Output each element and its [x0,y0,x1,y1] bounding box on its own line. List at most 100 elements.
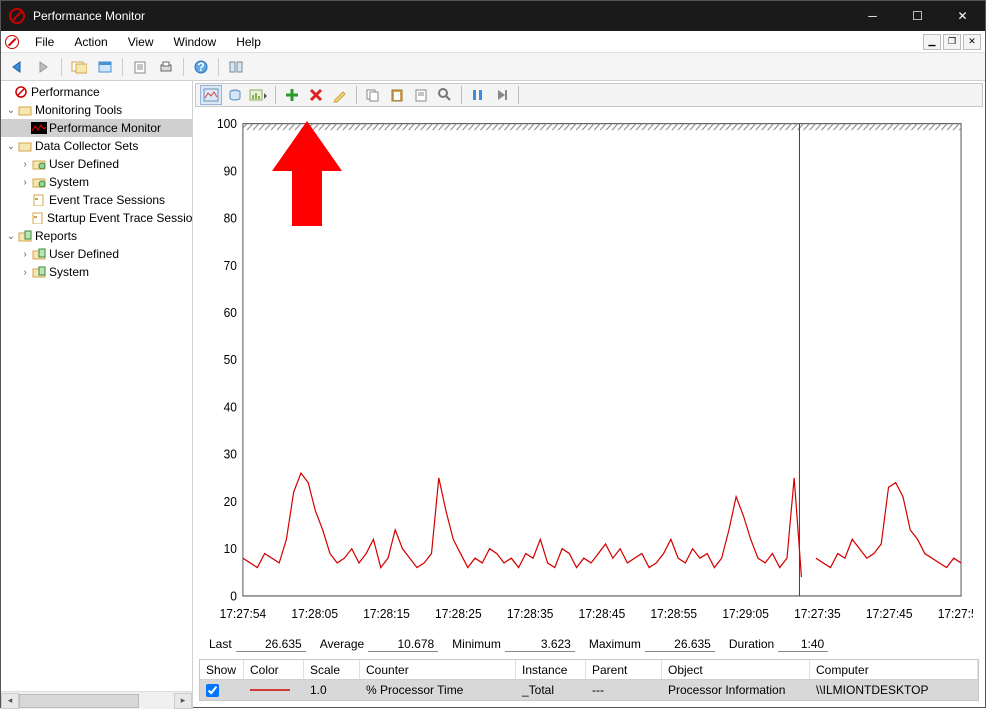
show-checkbox[interactable] [206,684,219,697]
menu-action[interactable]: Action [64,33,117,51]
app-icon-small [5,35,19,49]
min-label: Minimum [452,637,501,651]
navigation-tree[interactable]: Performance ⌄ Monitoring Tools Performan… [1,81,192,691]
view-current-button[interactable] [200,85,222,105]
close-button[interactable]: ✕ [940,1,985,31]
mdi-close[interactable]: ✕ [963,34,981,50]
update-button[interactable] [491,85,513,105]
copy-button[interactable] [362,85,384,105]
add-counter-button[interactable] [281,85,303,105]
maximize-button[interactable]: ☐ [895,1,940,31]
svg-text:?: ? [197,60,204,74]
td-computer: \\ILMIONTDESKTOP [810,680,978,700]
scroll-thumb[interactable] [19,694,139,708]
th-color[interactable]: Color [244,660,304,679]
title-bar: Performance Monitor ─ ☐ ✕ [1,1,985,31]
td-instance: _Total [516,680,586,700]
scroll-right[interactable]: ▸ [174,693,192,709]
color-swatch [250,686,290,694]
paste-button[interactable] [386,85,408,105]
tree-system[interactable]: › System [1,173,192,191]
delete-counter-button[interactable] [305,85,327,105]
tree-label: Performance Monitor [49,121,161,135]
svg-text:90: 90 [224,164,237,179]
zoom-button[interactable] [434,85,456,105]
view-log-button[interactable] [224,85,246,105]
forward-button[interactable] [33,56,55,78]
tree-startup-event-trace[interactable]: Startup Event Trace Sessions [1,209,192,227]
avg-value: 10.678 [368,637,438,652]
th-object[interactable]: Object [662,660,810,679]
svg-text:0: 0 [230,589,237,604]
last-label: Last [209,637,232,651]
tree-event-trace[interactable]: Event Trace Sessions [1,191,192,209]
back-button[interactable] [7,56,29,78]
menu-bar: File Action View Window Help ▁ ❐ ✕ [1,31,985,53]
svg-text:17:27:53: 17:27:53 [938,607,973,622]
tree-reports-user-defined[interactable]: › User Defined [1,245,192,263]
tree-reports[interactable]: ⌄ Reports [1,227,192,245]
th-counter[interactable]: Counter [360,660,516,679]
svg-text:17:28:55: 17:28:55 [651,607,698,622]
properties-icon-button[interactable] [410,85,432,105]
tree-performance-monitor[interactable]: Performance Monitor [1,119,192,137]
tree-data-collector-sets[interactable]: ⌄ Data Collector Sets [1,137,192,155]
stats-bar: Last 26.635 Average 10.678 Minimum 3.623… [199,633,979,655]
svg-text:40: 40 [224,400,237,415]
tree-label: Monitoring Tools [35,103,122,117]
mdi-restore[interactable]: ❐ [943,34,961,50]
th-scale[interactable]: Scale [304,660,360,679]
tree-monitoring-tools[interactable]: ⌄ Monitoring Tools [1,101,192,119]
th-computer[interactable]: Computer [810,660,978,679]
properties-button[interactable] [129,56,151,78]
svg-text:60: 60 [224,305,237,320]
tree-root[interactable]: Performance [1,83,192,101]
menu-window[interactable]: Window [164,33,227,51]
highlight-button[interactable] [329,85,351,105]
print-button[interactable] [155,56,177,78]
menu-file[interactable]: File [25,33,64,51]
help-button[interactable]: ? [190,56,212,78]
svg-text:17:27:54: 17:27:54 [220,607,267,622]
mdi-controls: ▁ ❐ ✕ [923,34,981,50]
new-window-button[interactable] [94,56,116,78]
svg-text:100: 100 [217,117,237,131]
mdi-minimize[interactable]: ▁ [923,34,941,50]
table-header: Show Color Scale Counter Instance Parent… [200,660,978,680]
split-button[interactable] [225,56,247,78]
tree-label: System [49,175,89,189]
menu-help[interactable]: Help [226,33,271,51]
svg-text:70: 70 [224,258,237,273]
svg-text:30: 30 [224,447,237,462]
tree-horizontal-scrollbar[interactable]: ◂ ▸ [1,691,192,709]
svg-text:17:28:45: 17:28:45 [579,607,626,622]
th-parent[interactable]: Parent [586,660,662,679]
graph-type-button[interactable] [248,85,270,105]
dur-label: Duration [729,637,774,651]
svg-text:17:27:35: 17:27:35 [794,607,841,622]
chart-area: 010203040506070809010017:27:5417:28:0517… [195,113,983,627]
svg-text:17:27:45: 17:27:45 [866,607,913,622]
dur-value: 1:40 [778,637,828,652]
scroll-left[interactable]: ◂ [1,693,19,709]
last-value: 26.635 [236,637,306,652]
max-value: 26.635 [645,637,715,652]
tree-label: Data Collector Sets [35,139,138,153]
minimize-button[interactable]: ─ [850,1,895,31]
content-pane: 010203040506070809010017:27:5417:28:0517… [193,81,985,709]
svg-text:17:28:15: 17:28:15 [363,607,410,622]
counter-table: Show Color Scale Counter Instance Parent… [199,659,979,701]
th-instance[interactable]: Instance [516,660,586,679]
tree-user-defined[interactable]: › User Defined [1,155,192,173]
tree-reports-system[interactable]: › System [1,263,192,281]
show-hide-tree-button[interactable] [68,56,90,78]
table-row[interactable]: 1.0 % Processor Time _Total --- Processo… [200,680,978,700]
tree-label: Startup Event Trace Sessions [47,211,192,225]
svg-text:17:28:25: 17:28:25 [435,607,482,622]
max-label: Maximum [589,637,641,651]
annotation-red-arrow [267,121,347,234]
freeze-button[interactable] [467,85,489,105]
th-show[interactable]: Show [200,660,244,679]
tree-label: User Defined [49,157,119,171]
menu-view[interactable]: View [118,33,164,51]
